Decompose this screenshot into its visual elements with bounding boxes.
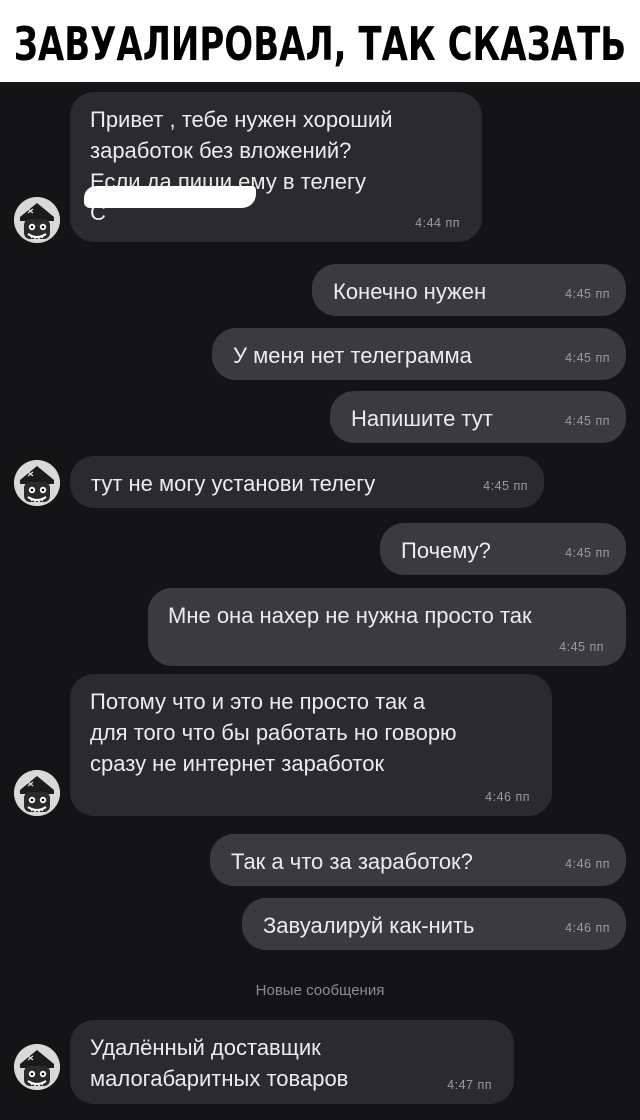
message-incoming[interactable]: Привет , тебе нужен хороший заработок бе… [70,92,482,242]
message-time: 4:45 пп [565,414,610,428]
chat-area[interactable]: Привет , тебе нужен хороший заработок бе… [0,82,640,1120]
message-text: Мне она нахер не нужна просто так [168,603,532,628]
message-time: 4:46 пп [485,790,530,804]
message-text: тут не могу установи телегу [91,471,376,496]
message-text: Потому что и это не просто так а для тог… [90,689,457,776]
message-incoming[interactable]: тут не могу установи телегу 4:45 пп [70,456,544,508]
message-text: Привет , тебе нужен хороший заработок бе… [90,107,393,225]
message-time: 4:46 пп [565,921,610,935]
avatar-icon[interactable] [14,197,60,243]
message-time: 4:46 пп [565,857,610,871]
avatar-icon[interactable] [14,1044,60,1090]
cartoon-character-avatar-icon [14,1044,60,1090]
message-outgoing[interactable]: У меня нет телеграмма 4:45 пп [212,328,626,380]
message-text: У меня нет телеграмма [233,343,472,368]
cartoon-character-avatar-icon [14,460,60,506]
message-incoming[interactable]: Потому что и это не просто так а для тог… [70,674,552,816]
message-time: 4:44 пп [415,216,460,230]
message-time: 4:45 пп [565,287,610,301]
message-incoming[interactable]: Удалённый доставщик малогабаритных товар… [70,1020,514,1104]
meme-caption-title: ЗАВУАЛИРОВАЛ, ТАК СКАЗАТЬ [13,18,627,72]
message-outgoing[interactable]: Так а что за заработок? 4:46 пп [210,834,626,886]
message-outgoing[interactable]: Конечно нужен 4:45 пп [312,264,626,316]
avatar-icon[interactable] [14,770,60,816]
cartoon-character-avatar-icon [14,770,60,816]
message-time: 4:45 пп [483,479,528,493]
message-text: Напишите тут [351,406,493,431]
message-text: Так а что за заработок? [231,849,473,874]
redaction-mark [84,186,256,208]
message-time: 4:47 пп [447,1078,492,1092]
avatar-icon[interactable] [14,460,60,506]
message-time: 4:45 пп [559,640,604,654]
message-time: 4:45 пп [565,351,610,365]
message-outgoing[interactable]: Мне она нахер не нужна просто так 4:45 п… [148,588,626,666]
cartoon-character-avatar-icon [14,197,60,243]
message-text: Завуалируй как-нить [263,913,475,938]
message-outgoing[interactable]: Напишите тут 4:45 пп [330,391,626,443]
message-text: Почему? [401,538,491,563]
message-outgoing[interactable]: Завуалируй как-нить 4:46 пп [242,898,626,950]
new-messages-divider: Новые сообщения [255,982,385,999]
message-text: Конечно нужен [333,279,487,304]
message-text: Удалённый доставщик малогабаритных товар… [90,1035,349,1091]
meme-caption-header: ЗАВУАЛИРОВАЛ, ТАК СКАЗАТЬ [0,0,640,82]
message-outgoing[interactable]: Почему? 4:45 пп [380,523,626,575]
message-time: 4:45 пп [565,546,610,560]
